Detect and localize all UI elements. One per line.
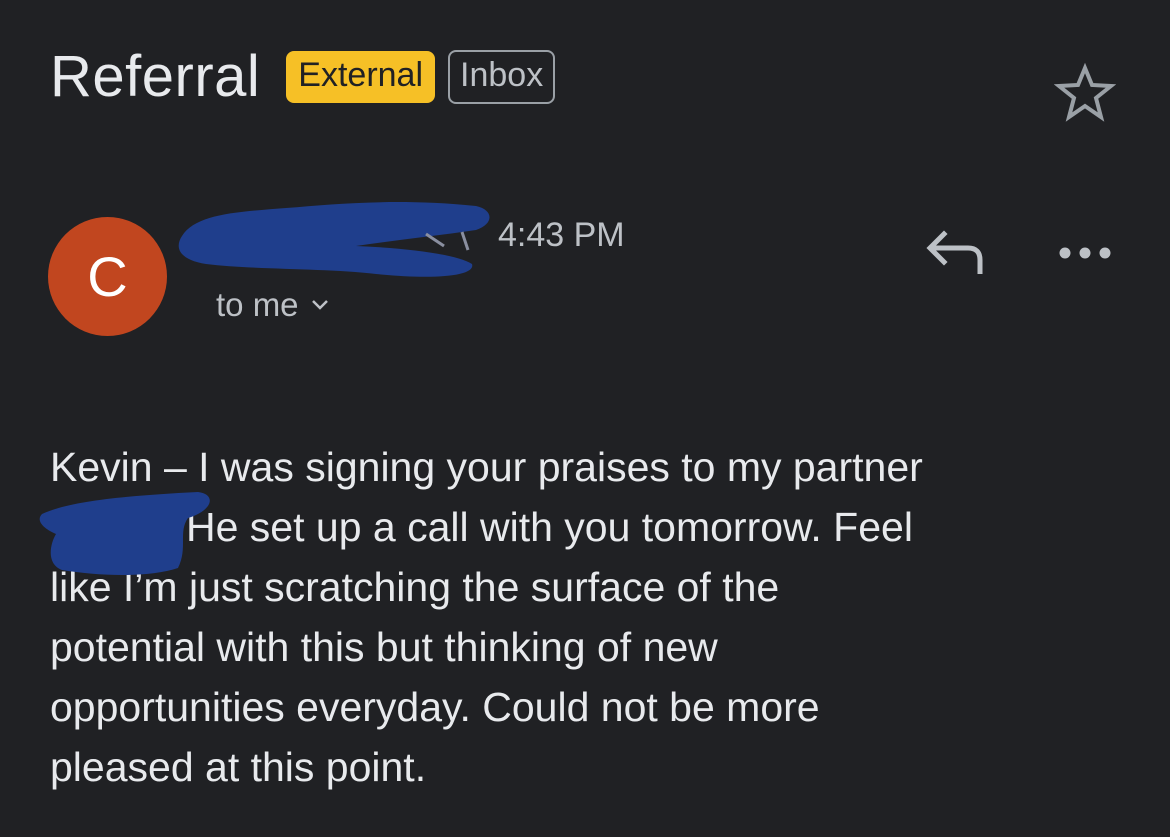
body-line: opportunities everyday. Could not be mor… <box>50 684 820 730</box>
chevron-down-icon <box>311 300 328 310</box>
more-options-button[interactable] <box>1054 236 1116 270</box>
recipient-details-toggle[interactable]: to me <box>216 286 329 324</box>
avatar-initial: C <box>87 245 128 308</box>
star-icon <box>1053 62 1117 122</box>
sender-avatar[interactable]: C <box>48 217 167 336</box>
body-line: He set up a call with you tomorrow. Feel <box>186 504 913 550</box>
inbox-label-chip[interactable]: Inbox <box>448 50 556 104</box>
recipient-text: to me <box>216 286 299 323</box>
email-time: 4:43 PM <box>498 216 625 254</box>
reply-icon <box>926 230 983 274</box>
subject-row: Referral External Inbox <box>50 38 556 116</box>
reply-button[interactable] <box>922 226 988 280</box>
external-label-chip: External <box>286 51 436 103</box>
body-line: pleased at this point. <box>50 744 427 790</box>
email-subject: Referral <box>50 44 261 109</box>
body-line: potential with this but thinking of new <box>50 624 718 670</box>
more-options-icon <box>1059 247 1111 259</box>
body-redaction-mark <box>39 492 210 575</box>
star-button[interactable] <box>1053 62 1117 124</box>
sender-name-redacted[interactable] <box>176 184 492 280</box>
